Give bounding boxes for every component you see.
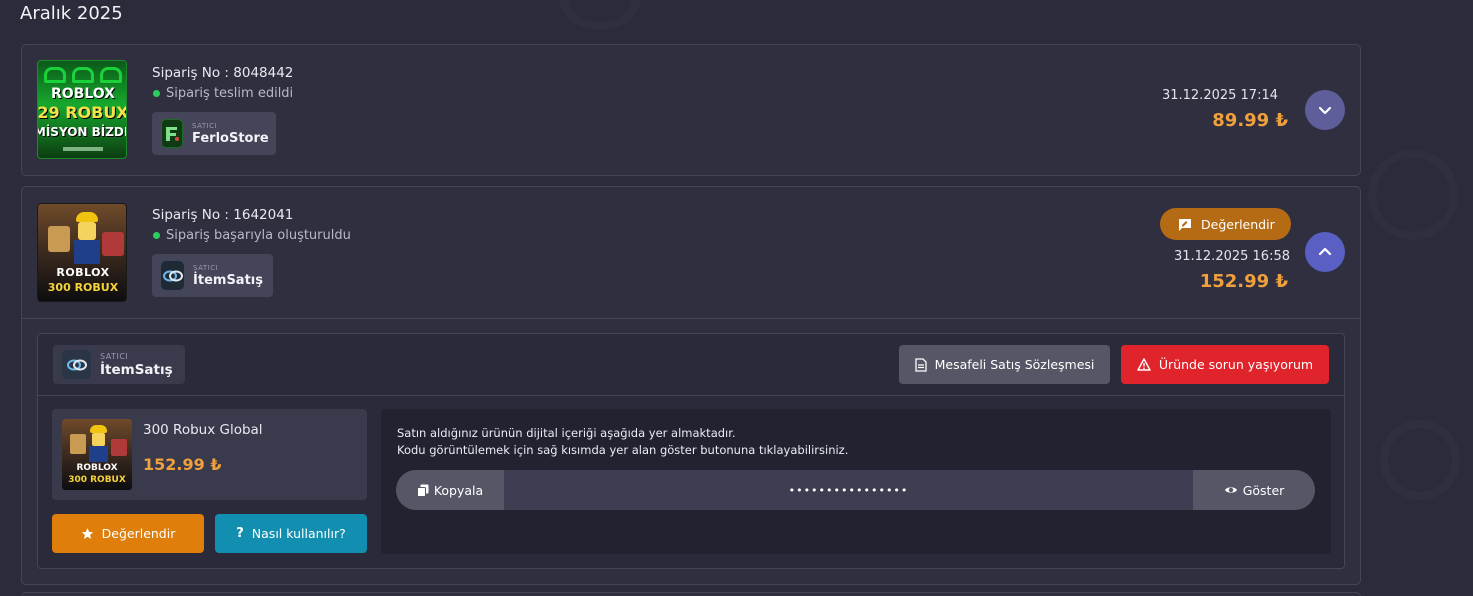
seller-badge[interactable]: SATICI İtemSatış: [53, 345, 185, 384]
order-date: 31.12.2025 17:14: [1161, 88, 1278, 103]
order-price: 152.99 ₺: [1199, 271, 1288, 292]
review-icon: [1179, 218, 1191, 231]
itemsatis-logo-icon: [62, 350, 91, 379]
product-thumbnail[interactable]: ROBLOX 300 ROBUX: [37, 203, 127, 302]
copy-icon: [416, 484, 429, 497]
rate-order-button[interactable]: Değerlendir: [1160, 208, 1291, 240]
thumbnail-text: ROBLOX: [51, 86, 115, 102]
warning-icon: [1137, 358, 1151, 371]
order-status-text: Sipariş başarıyla oluşturuldu: [166, 228, 351, 243]
chevron-down-icon: [1318, 106, 1332, 115]
masked-code[interactable]: ••••••••••••••••: [504, 470, 1193, 510]
product-thumbnail: ROBLOX 300 ROBUX: [62, 419, 132, 490]
sales-contract-button[interactable]: Mesafeli Satış Sözleşmesi: [899, 345, 1110, 384]
product-summary: ROBLOX 300 ROBUX 300 Robux Global 152.99…: [52, 409, 367, 500]
seller-caption: SATICI: [100, 351, 129, 361]
background-pattern: [1368, 150, 1458, 240]
document-icon: [914, 357, 927, 372]
seller-badge[interactable]: SATICI İtemSatış: [152, 254, 273, 297]
seller-name[interactable]: FerloStore: [192, 131, 269, 146]
order-price: 89.99 ₺: [1212, 110, 1288, 131]
month-heading: Aralık 2025: [20, 3, 123, 24]
rate-product-button[interactable]: Değerlendir: [52, 514, 204, 553]
ferlostore-logo-icon: [161, 119, 183, 148]
report-problem-label: Üründe sorun yaşıyorum: [1158, 357, 1314, 372]
order-status-text: Sipariş teslim edildi: [166, 86, 294, 101]
seller-name[interactable]: İtemSatış: [100, 362, 173, 378]
order-number: Sipariş No : 8048442: [152, 65, 294, 81]
thumbnail-text: ROBLOX: [56, 266, 110, 279]
order-status: Sipariş başarıyla oluşturuldu: [153, 228, 351, 243]
status-dot-icon: [153, 90, 160, 97]
collapse-order-button[interactable]: [1305, 232, 1345, 272]
rate-order-label: Değerlendir: [1201, 216, 1275, 232]
next-card-edge: [21, 592, 1361, 596]
star-icon: [81, 528, 93, 539]
thumbnail-text: 300 ROBUX: [47, 281, 119, 294]
product-price: 152.99 ₺: [143, 455, 222, 474]
copy-code-label: Kopyala: [433, 482, 484, 498]
rate-product-label: Değerlendir: [101, 526, 176, 541]
seller-name[interactable]: İtemSatış: [193, 273, 263, 288]
expand-order-button[interactable]: [1305, 90, 1345, 130]
order-status: Sipariş teslim edildi: [153, 86, 293, 101]
digital-content-box: Satın aldığınız ürünün dijital içeriği a…: [381, 409, 1331, 554]
product-name: 300 Robux Global: [143, 422, 263, 438]
eye-icon: [1224, 487, 1237, 493]
background-pattern: [560, 0, 640, 30]
report-problem-button[interactable]: Üründe sorun yaşıyorum: [1121, 345, 1329, 384]
order-card[interactable]: ROBLOX 29 ROBUX MİSYON BİZDE Sipariş No …: [21, 44, 1361, 176]
details-divider: [38, 395, 1344, 396]
how-to-use-button[interactable]: ? Nasıl kullanılır?: [215, 514, 367, 553]
thumbnail-text: MİSYON BİZDE: [37, 125, 127, 139]
thumbnail-text: ROBLOX: [76, 463, 118, 473]
show-code-button[interactable]: Göster: [1193, 470, 1315, 510]
seller-badge[interactable]: SATICI FerloStore: [152, 112, 276, 155]
order-number: Sipariş No : 1642041: [152, 207, 294, 223]
seller-caption: SATICI: [192, 121, 218, 130]
status-dot-icon: [153, 232, 160, 239]
show-code-label: Göster: [1242, 482, 1285, 498]
content-info-line: Kodu görüntülemek için sağ kısımda yer a…: [397, 443, 849, 457]
content-info-line: Satın aldığınız ürünün dijital içeriği a…: [397, 426, 736, 440]
background-pattern: [1380, 420, 1460, 500]
thumbnail-text: 29 ROBUX: [37, 103, 127, 122]
card-divider: [22, 318, 1360, 319]
order-details-panel: SATICI İtemSatış Mesafeli Satış Sözleşme…: [37, 333, 1345, 569]
order-card[interactable]: ROBLOX 300 ROBUX Sipariş No : 1642041 Si…: [21, 186, 1361, 585]
how-to-use-label: Nasıl kullanılır?: [251, 526, 346, 541]
product-thumbnail[interactable]: ROBLOX 29 ROBUX MİSYON BİZDE: [37, 60, 127, 159]
chevron-up-icon: [1318, 247, 1332, 256]
order-date: 31.12.2025 16:58: [1173, 249, 1290, 264]
thumbnail-text: 300 ROBUX: [68, 475, 126, 485]
copy-code-button[interactable]: Kopyala: [396, 470, 504, 510]
code-bar: Kopyala •••••••••••••••• Göster: [396, 470, 1315, 510]
seller-caption: SATICI: [193, 263, 219, 272]
question-icon: ?: [236, 526, 244, 541]
itemsatis-logo-icon: [161, 261, 185, 290]
sales-contract-label: Mesafeli Satış Sözleşmesi: [934, 357, 1095, 372]
